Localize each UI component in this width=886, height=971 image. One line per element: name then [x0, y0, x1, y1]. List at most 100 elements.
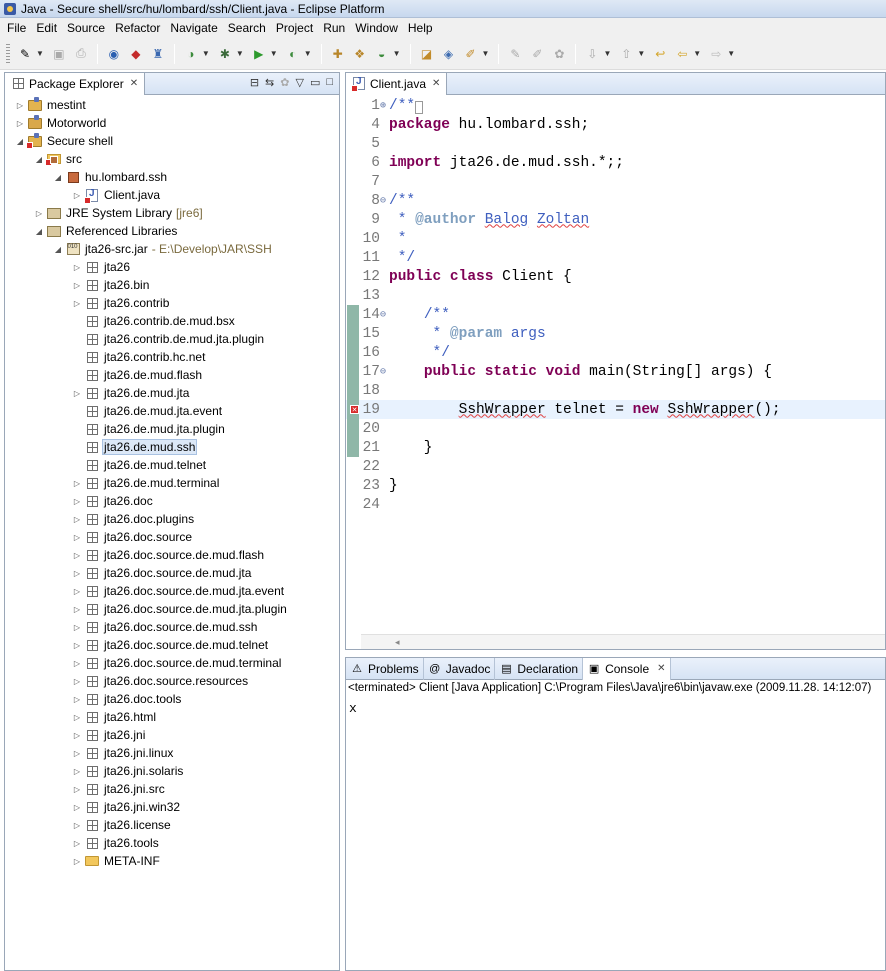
menu-project[interactable]: Project	[271, 18, 318, 38]
server-icon[interactable]: ♜	[149, 45, 167, 63]
menu-search[interactable]: Search	[223, 18, 271, 38]
collapse-all-icon[interactable]: ⊟	[250, 76, 259, 89]
code-area[interactable]: 1 ⊕/** 4 package hu.lombard.ssh; 5 6 import j…	[346, 96, 885, 636]
save-icon[interactable]: ▣	[50, 45, 68, 63]
code-line[interactable]: 12 public class Client {	[346, 267, 885, 286]
expand-arrow-icon[interactable]: ▷	[72, 641, 82, 650]
new-java-project-icon[interactable]: ◑	[182, 45, 200, 63]
show-whitespace-icon[interactable]: ✿	[550, 45, 568, 63]
menu-run[interactable]: Run	[318, 18, 350, 38]
expand-arrow-icon[interactable]: ▷	[72, 767, 82, 776]
back-icon[interactable]: ⇦	[673, 45, 691, 63]
tab-javadoc[interactable]: @ Javadoc	[424, 657, 496, 680]
code-line[interactable]: 8 ⊖/**	[346, 191, 885, 210]
expand-arrow-icon[interactable]: ▷	[72, 713, 82, 722]
code-line[interactable]: 6 import jta26.de.mud.ssh.*;;	[346, 153, 885, 172]
tree-item[interactable]: ▷ jta26.doc.plugins	[5, 510, 195, 528]
next-annotation-dropdown-icon[interactable]: ▼	[603, 49, 611, 58]
code-line[interactable]: 15 * @param args	[346, 324, 885, 343]
code-line[interactable]: 14 ⊖ /**	[346, 305, 885, 324]
menu-source[interactable]: Source	[62, 18, 110, 38]
expand-arrow-icon[interactable]: ▷	[15, 101, 25, 110]
collapse-arrow-icon[interactable]: ◢	[53, 245, 63, 254]
collapse-arrow-icon[interactable]: ◢	[53, 173, 63, 182]
prev-annotation-icon[interactable]: ⇧	[617, 45, 635, 63]
expand-arrow-icon[interactable]: ▷	[72, 785, 82, 794]
horizontal-scrollbar[interactable]: ◂	[361, 634, 885, 649]
code-line[interactable]: 17 ⊖ public static void main(String[] arg…	[346, 362, 885, 381]
search-icon[interactable]: ✐	[462, 45, 480, 63]
tree-item[interactable]: ▷ jta26.de.mud.terminal	[5, 474, 220, 492]
expand-arrow-icon[interactable]: ▷	[72, 191, 82, 200]
wizard-dropdown-icon[interactable]: ▼	[393, 49, 401, 58]
expand-arrow-icon[interactable]: ▷	[72, 299, 82, 308]
tools-dropdown-icon[interactable]: ▼	[304, 49, 312, 58]
tree-item[interactable]: ▷ jta26.doc.source.de.mud.jta	[5, 564, 252, 582]
close-icon[interactable]: ✕	[130, 78, 138, 89]
tree-item[interactable]: ▷ jta26.doc.source	[5, 528, 193, 546]
code-line[interactable]: 11 */	[346, 248, 885, 267]
tree-item[interactable]: jta26.de.mud.flash	[5, 366, 203, 384]
expand-arrow-icon[interactable]: ▷	[72, 623, 82, 632]
tree-item[interactable]: ▷ jta26	[5, 258, 131, 276]
close-icon[interactable]: ✕	[432, 78, 440, 89]
forward-icon[interactable]: ⇨	[707, 45, 725, 63]
code-line[interactable]: 16 */	[346, 343, 885, 362]
menu-help[interactable]: Help	[403, 18, 438, 38]
code-line[interactable]: 24	[346, 495, 885, 514]
link-with-editor-icon[interactable]: ⇆	[265, 76, 274, 89]
tree-item[interactable]: jta26.contrib.de.mud.jta.plugin	[5, 330, 265, 348]
expand-arrow-icon[interactable]: ▷	[72, 587, 82, 596]
tree-item[interactable]: ◢ src	[5, 150, 83, 168]
tree-item[interactable]: ▷ jta26.doc.source.de.mud.ssh	[5, 618, 258, 636]
external-tools-icon[interactable]: ◐	[284, 45, 302, 63]
tree-item[interactable]: jta26.contrib.de.mud.bsx	[5, 312, 236, 330]
tree-item[interactable]: ▷ jta26.bin	[5, 276, 150, 294]
tab-package-explorer[interactable]: Package Explorer ✕	[5, 72, 146, 95]
tab-console[interactable]: ▣ Console ✕	[583, 657, 671, 680]
code-line[interactable]: 22	[346, 457, 885, 476]
code-line[interactable]: 1 ⊕/**	[346, 96, 885, 115]
tree-item[interactable]: jta26.contrib.hc.net	[5, 348, 206, 366]
collapse-arrow-icon[interactable]: ◢	[34, 227, 44, 236]
expand-arrow-icon[interactable]: ▷	[72, 515, 82, 524]
collapse-fold-icon[interactable]: ⊖	[380, 366, 386, 378]
tree-item[interactable]: ▷ jta26.doc.tools	[5, 690, 182, 708]
tree-item[interactable]: ▷ jta26.jni.solaris	[5, 762, 184, 780]
tree-item[interactable]: ▷ jta26.html	[5, 708, 157, 726]
code-line[interactable]: 18	[346, 381, 885, 400]
expand-arrow-icon[interactable]: ▷	[34, 209, 44, 218]
globe-icon[interactable]: ◉	[105, 45, 123, 63]
new-wizard-icon[interactable]: ◒	[373, 45, 391, 63]
last-edit-icon[interactable]: ↩	[651, 45, 669, 63]
expand-arrow-icon[interactable]: ▷	[72, 479, 82, 488]
menu-window[interactable]: Window	[350, 18, 403, 38]
tree-item[interactable]: ▷ jta26.jni.linux	[5, 744, 174, 762]
expand-arrow-icon[interactable]: ▷	[72, 551, 82, 560]
run-dropdown-icon[interactable]: ▼	[270, 49, 278, 58]
expand-arrow-icon[interactable]: ▷	[72, 389, 82, 398]
tree-item[interactable]: jta26.de.mud.jta.event	[5, 402, 223, 420]
tree-item[interactable]: ▷ jta26.doc.source.de.mud.jta.event	[5, 582, 285, 600]
expand-arrow-icon[interactable]: ▷	[72, 605, 82, 614]
print-icon[interactable]: ⎙	[72, 45, 90, 63]
tree-item[interactable]: jta26.de.mud.ssh	[5, 438, 198, 456]
expand-arrow-icon[interactable]: ▷	[72, 749, 82, 758]
tree-item[interactable]: ▷ mestint	[5, 96, 87, 114]
expand-arrow-icon[interactable]: ▷	[15, 119, 25, 128]
tree-item[interactable]: ◢ hu.lombard.ssh	[5, 168, 168, 186]
tree-item[interactable]: ▷ jta26.doc.source.de.mud.telnet	[5, 636, 269, 654]
minimize-icon[interactable]: ▭	[310, 76, 320, 89]
new-class-icon[interactable]: ❖	[351, 45, 369, 63]
expand-arrow-icon[interactable]: ▷	[72, 677, 82, 686]
expand-arrow-icon[interactable]: ▷	[72, 533, 82, 542]
expand-arrow-icon[interactable]: ▷	[72, 839, 82, 848]
tree-item[interactable]: ▷ jta26.jni.win32	[5, 798, 181, 816]
code-line[interactable]: 5	[346, 134, 885, 153]
run-icon[interactable]: ▶	[250, 45, 268, 63]
back-dropdown-icon[interactable]: ▼	[693, 49, 701, 58]
tree-item[interactable]: ▷ jta26.doc.source.de.mud.jta.plugin	[5, 600, 288, 618]
code-line[interactable]: 13	[346, 286, 885, 305]
console-output[interactable]: x	[349, 701, 357, 716]
new-icon[interactable]: ✎	[16, 45, 34, 63]
